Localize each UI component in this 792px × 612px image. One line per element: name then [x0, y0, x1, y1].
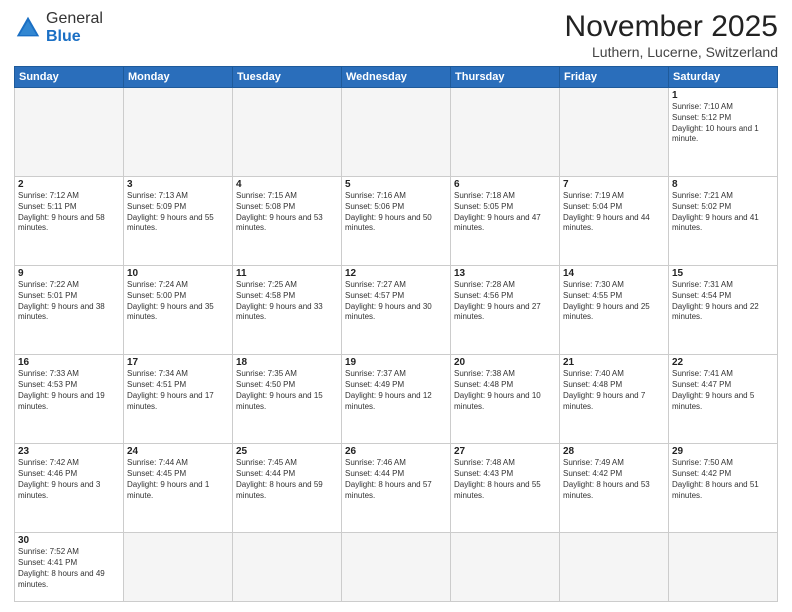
- empty-cell: [124, 88, 233, 177]
- empty-cell: [124, 533, 233, 602]
- day-7: 7 Sunrise: 7:19 AMSunset: 5:04 PMDayligh…: [560, 177, 669, 266]
- header-friday: Friday: [560, 67, 669, 88]
- day-3: 3 Sunrise: 7:13 AMSunset: 5:09 PMDayligh…: [124, 177, 233, 266]
- day-21: 21 Sunrise: 7:40 AMSunset: 4:48 PMDaylig…: [560, 355, 669, 444]
- header-wednesday: Wednesday: [342, 67, 451, 88]
- empty-cell: [669, 533, 778, 602]
- logo-general-text: General: [46, 10, 103, 27]
- location: Luthern, Lucerne, Switzerland: [565, 44, 778, 60]
- day-13: 13 Sunrise: 7:28 AMSunset: 4:56 PMDaylig…: [451, 266, 560, 355]
- logo-icon: [14, 14, 42, 42]
- week-row-5: 23 Sunrise: 7:42 AMSunset: 4:46 PMDaylig…: [15, 444, 778, 533]
- day-2: 2 Sunrise: 7:12 AMSunset: 5:11 PMDayligh…: [15, 177, 124, 266]
- logo-blue-text: Blue: [46, 28, 81, 45]
- day-20: 20 Sunrise: 7:38 AMSunset: 4:48 PMDaylig…: [451, 355, 560, 444]
- week-row-6: 30 Sunrise: 7:52 AMSunset: 4:41 PMDaylig…: [15, 533, 778, 602]
- day-8: 8 Sunrise: 7:21 AMSunset: 5:02 PMDayligh…: [669, 177, 778, 266]
- day-5: 5 Sunrise: 7:16 AMSunset: 5:06 PMDayligh…: [342, 177, 451, 266]
- day-24: 24 Sunrise: 7:44 AMSunset: 4:45 PMDaylig…: [124, 444, 233, 533]
- page: General Blue November 2025 Luthern, Luce…: [0, 0, 792, 612]
- logo: General Blue: [14, 10, 103, 45]
- day-4: 4 Sunrise: 7:15 AMSunset: 5:08 PMDayligh…: [233, 177, 342, 266]
- calendar-table: Sunday Monday Tuesday Wednesday Thursday…: [14, 66, 778, 602]
- empty-cell: [15, 88, 124, 177]
- empty-cell: [560, 533, 669, 602]
- day-17: 17 Sunrise: 7:34 AMSunset: 4:51 PMDaylig…: [124, 355, 233, 444]
- title-block: November 2025 Luthern, Lucerne, Switzerl…: [565, 10, 778, 60]
- day-14: 14 Sunrise: 7:30 AMSunset: 4:55 PMDaylig…: [560, 266, 669, 355]
- header-saturday: Saturday: [669, 67, 778, 88]
- day-11: 11 Sunrise: 7:25 AMSunset: 4:58 PMDaylig…: [233, 266, 342, 355]
- logo-text: General Blue: [46, 10, 103, 45]
- weekday-header-row: Sunday Monday Tuesday Wednesday Thursday…: [15, 67, 778, 88]
- week-row-2: 2 Sunrise: 7:12 AMSunset: 5:11 PMDayligh…: [15, 177, 778, 266]
- day-25: 25 Sunrise: 7:45 AMSunset: 4:44 PMDaylig…: [233, 444, 342, 533]
- day-26: 26 Sunrise: 7:46 AMSunset: 4:44 PMDaylig…: [342, 444, 451, 533]
- empty-cell: [342, 88, 451, 177]
- day-16: 16 Sunrise: 7:33 AMSunset: 4:53 PMDaylig…: [15, 355, 124, 444]
- header-monday: Monday: [124, 67, 233, 88]
- header-sunday: Sunday: [15, 67, 124, 88]
- header-tuesday: Tuesday: [233, 67, 342, 88]
- day-12: 12 Sunrise: 7:27 AMSunset: 4:57 PMDaylig…: [342, 266, 451, 355]
- day-29: 29 Sunrise: 7:50 AMSunset: 4:42 PMDaylig…: [669, 444, 778, 533]
- empty-cell: [451, 533, 560, 602]
- empty-cell: [342, 533, 451, 602]
- header: General Blue November 2025 Luthern, Luce…: [14, 10, 778, 60]
- day-30: 30 Sunrise: 7:52 AMSunset: 4:41 PMDaylig…: [15, 533, 124, 602]
- header-thursday: Thursday: [451, 67, 560, 88]
- empty-cell: [560, 88, 669, 177]
- week-row-1: 1 Sunrise: 7:10 AM Sunset: 5:12 PM Dayli…: [15, 88, 778, 177]
- empty-cell: [233, 88, 342, 177]
- day-9: 9 Sunrise: 7:22 AMSunset: 5:01 PMDayligh…: [15, 266, 124, 355]
- empty-cell: [451, 88, 560, 177]
- week-row-4: 16 Sunrise: 7:33 AMSunset: 4:53 PMDaylig…: [15, 355, 778, 444]
- day-info-1: Sunrise: 7:10 AM Sunset: 5:12 PM Dayligh…: [672, 102, 774, 145]
- day-22: 22 Sunrise: 7:41 AMSunset: 4:47 PMDaylig…: [669, 355, 778, 444]
- day-23: 23 Sunrise: 7:42 AMSunset: 4:46 PMDaylig…: [15, 444, 124, 533]
- day-15: 15 Sunrise: 7:31 AMSunset: 4:54 PMDaylig…: [669, 266, 778, 355]
- day-6: 6 Sunrise: 7:18 AMSunset: 5:05 PMDayligh…: [451, 177, 560, 266]
- day-18: 18 Sunrise: 7:35 AMSunset: 4:50 PMDaylig…: [233, 355, 342, 444]
- day-num-1: 1: [672, 90, 774, 101]
- week-row-3: 9 Sunrise: 7:22 AMSunset: 5:01 PMDayligh…: [15, 266, 778, 355]
- day-28: 28 Sunrise: 7:49 AMSunset: 4:42 PMDaylig…: [560, 444, 669, 533]
- day-27: 27 Sunrise: 7:48 AMSunset: 4:43 PMDaylig…: [451, 444, 560, 533]
- day-10: 10 Sunrise: 7:24 AMSunset: 5:00 PMDaylig…: [124, 266, 233, 355]
- month-title: November 2025: [565, 10, 778, 44]
- empty-cell: [233, 533, 342, 602]
- day-19: 19 Sunrise: 7:37 AMSunset: 4:49 PMDaylig…: [342, 355, 451, 444]
- day-1: 1 Sunrise: 7:10 AM Sunset: 5:12 PM Dayli…: [669, 88, 778, 177]
